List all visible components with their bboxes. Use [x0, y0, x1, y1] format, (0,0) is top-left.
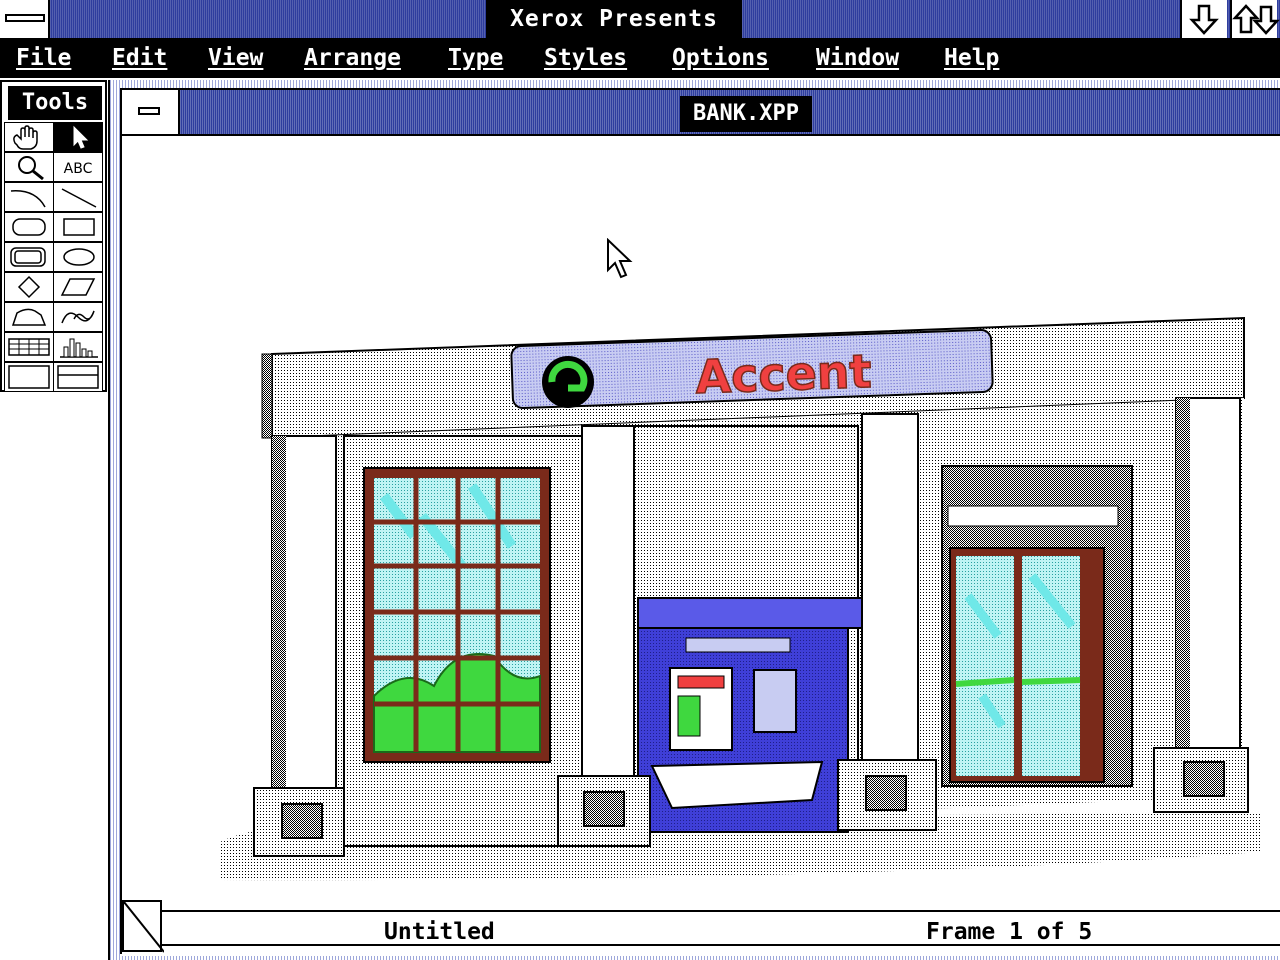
mouse-cursor-icon [607, 238, 633, 279]
curve-tool[interactable] [53, 302, 103, 332]
minimize-button[interactable] [1180, 0, 1227, 38]
pointer-tool[interactable] [53, 122, 103, 152]
document-title: BANK.XPP [680, 96, 812, 132]
parallelogram-tool[interactable] [53, 272, 103, 302]
frame-indicator: Frame 1 of 5 [926, 919, 1093, 945]
app-title-bar: Xerox Presents [0, 0, 1280, 40]
resize-corner[interactable] [122, 900, 165, 953]
arc-tool[interactable] [4, 182, 54, 212]
menu-type[interactable]: Type [448, 40, 503, 78]
system-menu-icon [5, 14, 45, 22]
curve-icon [61, 310, 95, 324]
menu-edit[interactable]: Edit [112, 40, 167, 78]
status-bar: Untitled Frame 1 of 5 [122, 900, 1280, 956]
document-window: BANK.XPP Accent Untitled Frame 1 of 5 [108, 80, 1280, 960]
menu-view[interactable]: View [208, 40, 263, 78]
line-icon [61, 188, 97, 208]
tools-palette: Tools ABC [0, 80, 107, 392]
rectangle-icon [63, 218, 95, 236]
menu-file[interactable]: File [16, 40, 71, 78]
rounded-rect-tool[interactable] [4, 212, 54, 242]
table-tool[interactable] [4, 332, 54, 362]
arc-icon [10, 190, 46, 208]
line-tool[interactable] [53, 182, 103, 212]
split-frame-tool[interactable] [53, 362, 103, 392]
app-title: Xerox Presents [486, 0, 742, 38]
tools-palette-title: Tools [8, 86, 102, 120]
menu-arrange[interactable]: Arrange [304, 40, 401, 78]
freeform-tool[interactable] [4, 302, 54, 332]
rounded-rect-shadow-icon [10, 247, 46, 267]
slide-canvas[interactable]: Accent [122, 136, 1280, 910]
document-menu-icon [138, 107, 160, 115]
bank-illustration[interactable]: Accent [122, 136, 1280, 910]
text-frame-icon [8, 365, 50, 389]
rectangle-tool[interactable] [53, 212, 103, 242]
hand-tool[interactable] [4, 122, 54, 152]
resize-diagonal-icon [123, 901, 165, 953]
document-frame: BANK.XPP Accent Untitled Frame 1 of 5 [120, 88, 1280, 956]
app-system-menu-button[interactable] [0, 0, 50, 38]
status-divider [162, 944, 1280, 946]
up-down-arrow-icon [1232, 4, 1280, 35]
ellipse-tool[interactable] [53, 242, 103, 272]
text-tool[interactable]: ABC [53, 152, 103, 182]
menu-help[interactable]: Help [944, 40, 999, 78]
diamond-tool[interactable] [4, 272, 54, 302]
diamond-icon [17, 275, 41, 299]
shadow-rect-tool[interactable] [4, 242, 54, 272]
ellipse-icon [63, 248, 95, 266]
rounded-rect-icon [12, 218, 46, 236]
chart-icon [60, 338, 98, 358]
menu-bar: File Edit View Arrange Type Styles Optio… [0, 40, 1280, 78]
document-system-menu-button[interactable] [122, 90, 180, 134]
text-tool-icon: ABC [64, 161, 93, 177]
magnifier-icon [18, 156, 44, 181]
split-frame-icon [57, 365, 99, 389]
text-tool-label: ABC [64, 161, 93, 177]
freeform-icon [11, 308, 47, 326]
menu-styles[interactable]: Styles [544, 40, 627, 78]
restore-button[interactable] [1230, 0, 1280, 38]
table-icon [8, 338, 50, 356]
down-arrow-icon [1189, 4, 1219, 35]
document-title-bar: BANK.XPP [122, 90, 1280, 136]
zoom-tool[interactable] [4, 152, 54, 182]
text-frame-tool[interactable] [4, 362, 54, 392]
hand-icon [13, 125, 38, 150]
chart-tool[interactable] [53, 332, 103, 362]
menu-options[interactable]: Options [672, 40, 769, 78]
bank-sign-text: Accent [695, 344, 873, 404]
menu-window[interactable]: Window [816, 40, 899, 78]
pointer-icon [73, 125, 89, 149]
parallelogram-icon [60, 278, 96, 296]
document-name-label: Untitled [384, 919, 495, 945]
